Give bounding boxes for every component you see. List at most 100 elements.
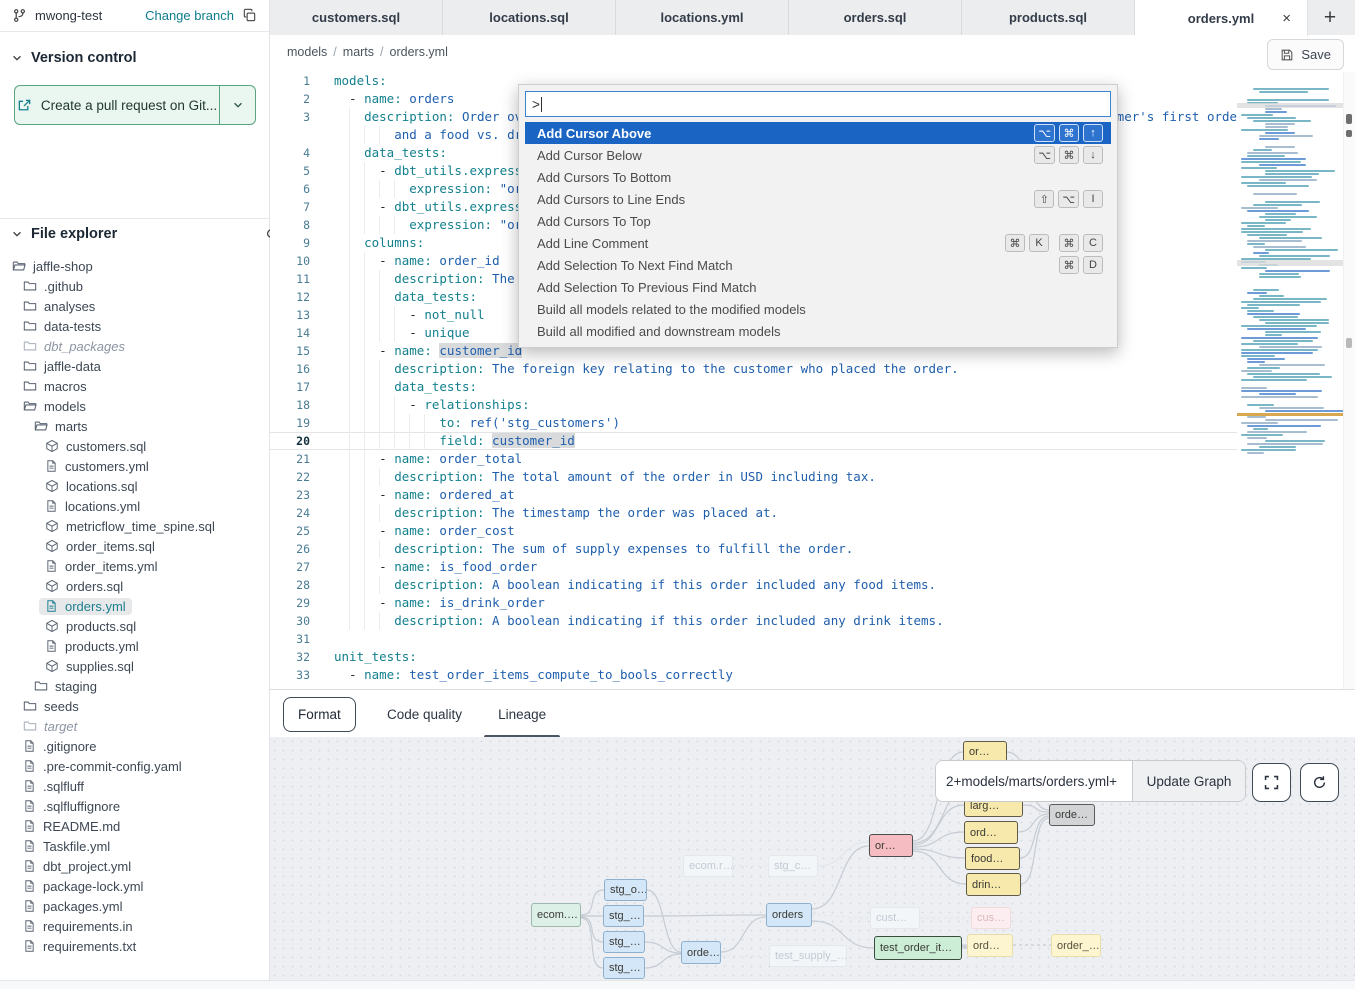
editor-tab-orders-yml[interactable]: orders.yml× (1135, 0, 1308, 36)
fullscreen-button[interactable] (1252, 763, 1291, 802)
file-tree-item-taskfile-yml[interactable]: Taskfile.yml (0, 836, 269, 856)
command-palette-item[interactable]: Add Cursors to Line Ends⇧⌥I (525, 188, 1111, 210)
lineage-node-order-[interactable]: order_… (1051, 934, 1101, 957)
bottom-tab-code-quality[interactable]: Code quality (387, 690, 462, 738)
file-tree-item-dbt-project-yml[interactable]: dbt_project.yml (0, 856, 269, 876)
update-graph-button[interactable]: Update Graph (1132, 761, 1245, 801)
file-tree-item-products-sql[interactable]: products.sql (0, 616, 269, 636)
command-palette-item[interactable]: Build all models related to the modified… (525, 298, 1111, 320)
lineage-node-orde-[interactable]: orde… (681, 941, 721, 964)
lineage-node-orde-[interactable]: orde… (1049, 804, 1095, 826)
lineage-node-stg-[interactable]: stg_… (603, 931, 645, 953)
file-tree-item-orders-sql[interactable]: orders.sql (0, 576, 269, 596)
file-tree-item-label: orders.yml (65, 599, 126, 614)
command-palette-item[interactable]: Add Cursors To Bottom (525, 166, 1111, 188)
file-tree-item--github[interactable]: .github (0, 276, 269, 296)
lineage-node-cust-[interactable]: cust… (870, 907, 920, 929)
file-tree-item-requirements-txt[interactable]: requirements.txt (0, 936, 269, 956)
code-line-26: 26 description: The sum of supply expens… (270, 540, 1355, 558)
horizontal-scrollbar[interactable] (0, 980, 1355, 989)
file-tree-item-label: README.md (43, 819, 120, 834)
file-tree-item-models[interactable]: models (0, 396, 269, 416)
file-tree-item-orders-yml[interactable]: orders.yml (0, 596, 269, 616)
command-palette-item[interactable]: Add Line Comment⌘K⌘C (525, 232, 1111, 254)
file-tree-item-jaffle-shop[interactable]: jaffle-shop (0, 256, 269, 276)
file-tree-item-packages-yml[interactable]: packages.yml (0, 896, 269, 916)
copy-icon[interactable] (242, 8, 257, 23)
file-tree-item--pre-commit-config-yaml[interactable]: .pre-commit-config.yaml (0, 756, 269, 776)
file-tree-item-readme-md[interactable]: README.md (0, 816, 269, 836)
file-tree-item-locations-sql[interactable]: locations.sql (0, 476, 269, 496)
lineage-node-food-[interactable]: food… (965, 847, 1020, 870)
command-palette-item[interactable]: Add Cursor Below⌥⌘↓ (525, 144, 1111, 166)
lineage-node-or-[interactable]: or… (869, 834, 913, 857)
file-tree-item-marts[interactable]: marts (0, 416, 269, 436)
editor-scrollbar[interactable] (1343, 72, 1355, 689)
lineage-node-cus-[interactable]: cus… (971, 907, 1011, 929)
file-tree-item-data-tests[interactable]: data-tests (0, 316, 269, 336)
breadcrumb-marts[interactable]: marts (343, 45, 374, 59)
file-tree-item--sqlfluff[interactable]: .sqlfluff (0, 776, 269, 796)
version-control-header[interactable]: Version control (0, 46, 269, 70)
lineage-node-stg-[interactable]: stg_… (603, 905, 644, 927)
file-tree-item-products-yml[interactable]: products.yml (0, 636, 269, 656)
file-tree-item-jaffle-data[interactable]: jaffle-data (0, 356, 269, 376)
bottom-tab-lineage[interactable]: Lineage (498, 690, 546, 738)
file-tree-item-staging[interactable]: staging (0, 676, 269, 696)
editor-tab-customers-sql[interactable]: customers.sql (270, 0, 443, 35)
file-tree-item-supplies-sql[interactable]: supplies.sql (0, 656, 269, 676)
file-tree-item--gitignore[interactable]: .gitignore (0, 736, 269, 756)
minimap[interactable] (1237, 85, 1344, 461)
editor-tab-locations-sql[interactable]: locations.sql (443, 0, 616, 35)
lineage-node-ord-[interactable]: ord… (964, 821, 1018, 844)
lineage-node-ecom-[interactable]: ecom.… (531, 903, 581, 927)
file-tree-item-order-items-sql[interactable]: order_items.sql (0, 536, 269, 556)
file-tree-item-macros[interactable]: macros (0, 376, 269, 396)
refresh-button[interactable] (1300, 763, 1339, 802)
file-tree-item-customers-sql[interactable]: customers.sql (0, 436, 269, 456)
close-tab-icon[interactable]: × (1282, 10, 1291, 27)
create-pr-main[interactable]: Create a pull request on Git... (15, 86, 219, 124)
editor-tab-locations-yml[interactable]: locations.yml (616, 0, 789, 35)
command-palette-item[interactable]: Build all modified and downstream models (525, 320, 1111, 342)
change-branch-link[interactable]: Change branch (145, 8, 234, 23)
lineage-node-test-supply-[interactable]: test_supply_… (769, 945, 847, 967)
file-tree-item-requirements-in[interactable]: requirements.in (0, 916, 269, 936)
lineage-node-orders[interactable]: orders (766, 903, 812, 927)
file-tree-item-dbt-packages[interactable]: dbt_packages (0, 336, 269, 356)
file-tree-item-customers-yml[interactable]: customers.yml (0, 456, 269, 476)
file-tree-item-package-lock-yml[interactable]: package-lock.yml (0, 876, 269, 896)
file-tree-item-order-items-yml[interactable]: order_items.yml (0, 556, 269, 576)
lineage-selector-input[interactable] (936, 761, 1132, 801)
command-palette-item[interactable]: Add Selection To Previous Find Match (525, 276, 1111, 298)
file-tree-item-locations-yml[interactable]: locations.yml (0, 496, 269, 516)
file-tree-item-target[interactable]: target (0, 716, 269, 736)
format-button[interactable]: Format (283, 697, 356, 732)
lineage-node-stg-[interactable]: stg_… (603, 957, 645, 979)
command-palette-item[interactable]: Add Cursors To Top (525, 210, 1111, 232)
command-palette-item[interactable]: Add Selection To Next Find Match⌘D (525, 254, 1111, 276)
editor-tab-orders-sql[interactable]: orders.sql (789, 0, 962, 35)
editor-tab-products-sql[interactable]: products.sql (962, 0, 1135, 35)
lineage-node-stg-o-[interactable]: stg_o… (604, 879, 647, 901)
file-tree-item--sqlfluffignore[interactable]: .sqlfluffignore (0, 796, 269, 816)
command-palette-item[interactable]: Add Cursor Above⌥⌘↑ (525, 122, 1111, 144)
line-number (270, 126, 310, 144)
file-tree-item-analyses[interactable]: analyses (0, 296, 269, 316)
breadcrumb-file[interactable]: orders.yml (390, 45, 448, 59)
create-pr-dropdown[interactable] (219, 86, 255, 124)
lineage-node-drin-[interactable]: drin… (966, 873, 1021, 896)
save-button[interactable]: Save (1267, 39, 1344, 70)
file-tree-item-seeds[interactable]: seeds (0, 696, 269, 716)
lineage-node-ord-[interactable]: ord… (967, 934, 1013, 957)
lineage-node-stg-c-[interactable]: stg_c… (768, 855, 818, 877)
file-tree-item-label: products.yml (65, 639, 139, 654)
file-tree-item-metricflow-time-spine-sql[interactable]: metricflow_time_spine.sql (0, 516, 269, 536)
lineage-node-test-order-it-[interactable]: test_order_it… (874, 936, 962, 960)
new-tab-button[interactable]: + (1308, 0, 1352, 35)
command-palette-input[interactable]: > (525, 91, 1111, 117)
breadcrumb-models[interactable]: models (287, 45, 327, 59)
file-explorer-header[interactable]: File explorer (0, 222, 291, 246)
lineage-node-ecom-r-[interactable]: ecom.r… (683, 855, 733, 877)
lineage-graph[interactable]: ecom.… stg_o… stg_… stg_… stg_… orde… orders ec… (270, 737, 1355, 980)
